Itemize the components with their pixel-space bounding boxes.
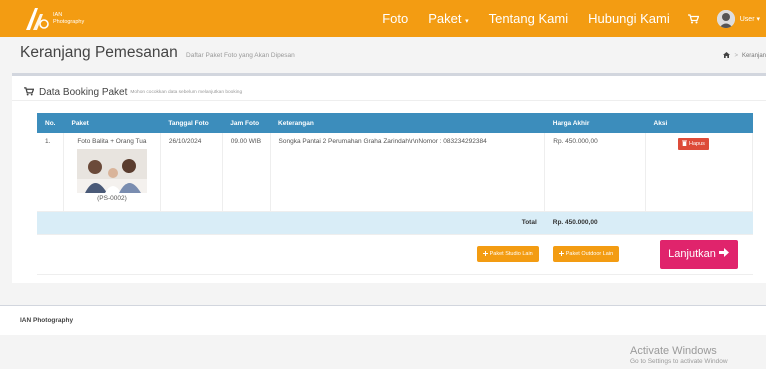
col-no: No.	[37, 113, 64, 133]
plus-icon	[558, 250, 564, 258]
col-tanggal: Tanggal Foto	[160, 113, 223, 133]
nav-tentang-kami[interactable]: Tentang Kami	[489, 11, 569, 26]
breadcrumb-separator: >	[734, 53, 738, 59]
cell-paket: Foto Balita + Orang Tua (PS-0002)	[63, 133, 161, 212]
hapus-button[interactable]: Hapus	[678, 138, 709, 150]
actions-cell-right: Lanjutkan	[645, 234, 753, 275]
booking-box: Data Booking Paket Mohon cocokkan data s…	[12, 73, 766, 283]
footer: IAN Photography	[0, 305, 766, 335]
col-keterangan: Keterangan	[270, 113, 545, 133]
cart-icon	[24, 83, 35, 101]
brand[interactable]: IAN Photography	[22, 6, 84, 32]
box-subtitle: Mohon cocokkan data sebelum melanjutkan …	[130, 89, 243, 95]
cell-keterangan: Songka Pantai 2 Perumahan Graha Zarindah…	[270, 133, 546, 212]
actions-cell-left: Paket Studio Lain	[37, 234, 545, 275]
page-title: Keranjang Pemesanan	[20, 44, 178, 61]
cart-icon[interactable]	[687, 13, 699, 24]
user-chevron-icon: ▾	[756, 15, 760, 23]
page-header: Keranjang Pemesanan Daftar Paket Foto ya…	[0, 40, 766, 70]
table-header-row: No. Paket Tanggal Foto Jam Foto Keterang…	[37, 113, 753, 133]
cell-jam: 09.00 WIB	[222, 133, 271, 212]
lanjutkan-label: Lanjutkan	[668, 248, 716, 260]
lanjutkan-button[interactable]: Lanjutkan	[659, 239, 738, 269]
brand-line2: Photography	[53, 18, 85, 25]
trash-icon	[682, 140, 688, 148]
col-paket: Paket	[63, 113, 161, 133]
paket-thumbnail[interactable]	[76, 149, 147, 193]
arrow-right-icon	[718, 248, 729, 260]
box-title: Data Booking Paket	[39, 86, 128, 98]
paket-outdoor-lain-label: Paket Outdoor Lain	[565, 251, 614, 257]
cell-no: 1.	[37, 133, 64, 212]
paket-name: Foto Balita + Orang Tua	[77, 138, 147, 145]
total-value: Rp. 450.000,00	[544, 211, 646, 235]
page-subtitle: Daftar Paket Foto yang Akan Dipesan	[186, 52, 295, 59]
user-label: User	[739, 15, 755, 23]
cart-table: No. Paket Tanggal Foto Jam Foto Keterang…	[37, 113, 753, 275]
watermark-title: Activate Windows	[630, 345, 717, 357]
total-label: Total	[37, 211, 545, 235]
user-avatar-icon	[716, 9, 735, 28]
cell-tanggal: 26/10/2024	[160, 133, 223, 212]
watermark-subtitle: Go to Settings to activate Window	[630, 358, 728, 365]
total-row: Total Rp. 450.000,00	[37, 211, 753, 235]
home-icon[interactable]	[723, 52, 731, 60]
actions-row: Paket Studio Lain Paket Outdoor Lain Lan…	[37, 234, 753, 275]
cell-aksi: Hapus	[645, 133, 753, 212]
paket-code: (PS-0002)	[97, 195, 127, 202]
nav-paket-label: Paket	[428, 11, 462, 26]
paket-studio-lain-label: Paket Studio Lain	[489, 251, 533, 257]
plus-icon	[482, 250, 488, 258]
activate-windows-watermark: Activate Windows Go to Settings to activ…	[630, 345, 728, 365]
divider	[12, 100, 766, 101]
chevron-down-icon: ▾	[465, 18, 469, 25]
breadcrumb: > Keranjan	[723, 52, 766, 60]
total-empty	[645, 211, 753, 235]
col-jam: Jam Foto	[222, 113, 271, 133]
hapus-label: Hapus	[689, 141, 705, 147]
camera-logo-icon	[22, 6, 50, 32]
paket-studio-lain-button[interactable]: Paket Studio Lain	[476, 246, 539, 262]
top-navbar: IAN Photography Foto Paket ▾ Tentang Kam…	[0, 0, 766, 37]
nav-hubungi-kami[interactable]: Hubungi Kami	[588, 11, 670, 26]
nav-foto[interactable]: Foto	[382, 11, 408, 26]
paket-outdoor-lain-button[interactable]: Paket Outdoor Lain	[552, 246, 620, 262]
table-row: 1. Foto Balita + Orang Tua (PS-0002) 26/…	[37, 133, 753, 212]
actions-cell-mid: Paket Outdoor Lain	[544, 234, 646, 275]
col-harga: Harga Akhir	[544, 113, 646, 133]
breadcrumb-current: Keranjan	[741, 53, 766, 59]
footer-text: IAN Photography	[20, 317, 74, 324]
user-menu[interactable]: User ▾	[716, 9, 760, 28]
col-aksi: Aksi	[645, 113, 753, 133]
cell-harga: Rp. 450.000,00	[544, 133, 647, 212]
nav-paket-dropdown[interactable]: Paket ▾	[428, 11, 468, 26]
